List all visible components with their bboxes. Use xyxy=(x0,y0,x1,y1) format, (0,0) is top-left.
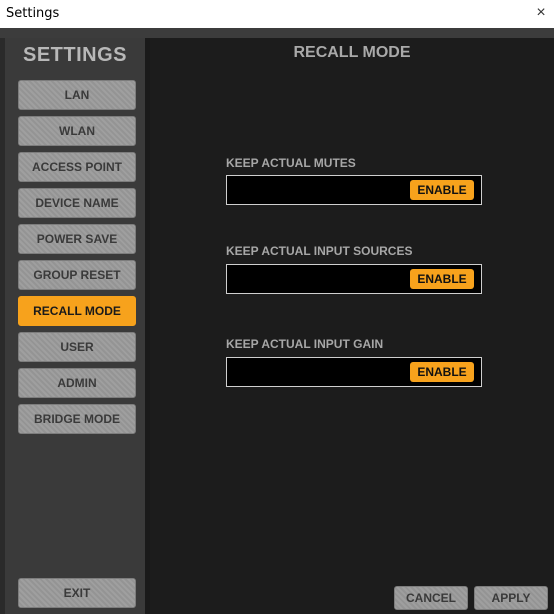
sidebar-item-access-point[interactable]: ACCESS POINT xyxy=(18,152,136,182)
enable-button-keep-input-sources[interactable]: ENABLE xyxy=(410,269,474,289)
sidebar: SETTINGS LAN WLAN ACCESS POINT DEVICE NA… xyxy=(5,38,145,614)
sidebar-item-bridge-mode[interactable]: BRIDGE MODE xyxy=(18,404,136,434)
sidebar-item-power-save[interactable]: POWER SAVE xyxy=(18,224,136,254)
enable-button-keep-mutes[interactable]: ENABLE xyxy=(410,180,474,200)
option-label-keep-input-gain: KEEP ACTUAL INPUT GAIN xyxy=(226,337,384,351)
option-field-keep-input-gain: ENABLE xyxy=(226,357,482,387)
option-field-keep-mutes: ENABLE xyxy=(226,175,482,205)
sidebar-item-user[interactable]: USER xyxy=(18,332,136,362)
sidebar-item-recall-mode[interactable]: RECALL MODE xyxy=(18,296,136,326)
sidebar-title: SETTINGS xyxy=(22,44,127,66)
sidebar-item-group-reset[interactable]: GROUP RESET xyxy=(18,260,136,290)
sidebar-item-admin[interactable]: ADMIN xyxy=(18,368,136,398)
title-bar: Settings × xyxy=(0,0,554,28)
option-label-keep-input-sources: KEEP ACTUAL INPUT SOURCES xyxy=(226,244,413,258)
close-icon[interactable]: × xyxy=(532,4,550,22)
main-panel: RECALL MODE KEEP ACTUAL MUTES ENABLE KEE… xyxy=(150,38,554,614)
cancel-button[interactable]: CANCEL xyxy=(394,586,468,610)
sidebar-item-wlan[interactable]: WLAN xyxy=(18,116,136,146)
sidebar-item-device-name[interactable]: DEVICE NAME xyxy=(18,188,136,218)
page-title: RECALL MODE xyxy=(293,44,411,61)
option-label-keep-mutes: KEEP ACTUAL MUTES xyxy=(226,156,356,170)
option-field-keep-input-sources: ENABLE xyxy=(226,264,482,294)
sidebar-item-lan[interactable]: LAN xyxy=(18,80,136,110)
window-title: Settings xyxy=(6,6,60,21)
enable-button-keep-input-gain[interactable]: ENABLE xyxy=(410,362,474,382)
frame-top-border xyxy=(0,28,554,38)
exit-button[interactable]: EXIT xyxy=(18,578,136,608)
apply-button[interactable]: APPLY xyxy=(474,586,548,610)
